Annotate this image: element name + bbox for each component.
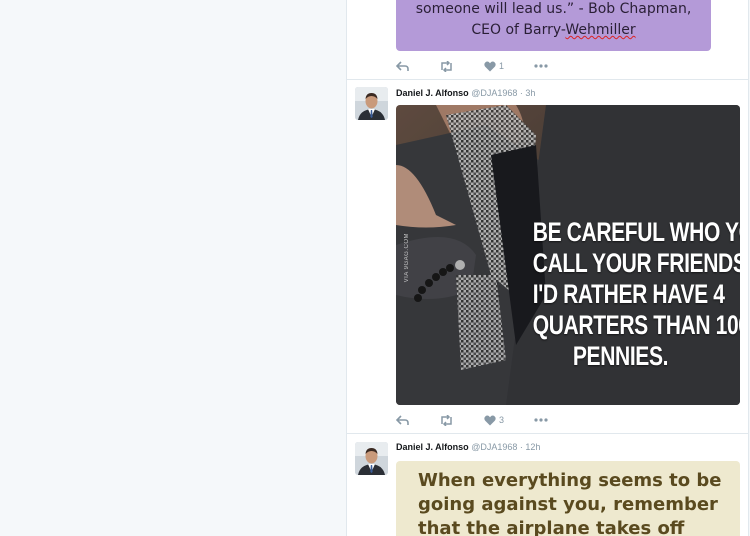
separator: · <box>519 88 523 98</box>
tweet-header: Daniel J. Alfonso @DJA1968 · 12h <box>396 442 540 452</box>
reply-button[interactable] <box>396 60 409 72</box>
like-count: 3 <box>499 415 505 425</box>
tweet-actions: 1 <box>396 58 578 74</box>
tweet[interactable]: someone will lead us.” - Bob Chapman, CE… <box>347 0 748 80</box>
tweet[interactable]: Daniel J. Alfonso @DJA1968 · 12h When ev… <box>347 434 748 536</box>
more-button[interactable] <box>534 64 548 68</box>
quote-image[interactable]: someone will lead us.” - Bob Chapman, CE… <box>396 0 711 51</box>
tweet[interactable]: Daniel J. Alfonso @DJA1968 · 3h VIA 9GAG… <box>347 80 748 434</box>
reply-icon <box>396 60 409 71</box>
timeline: someone will lead us.” - Bob Chapman, CE… <box>346 0 749 536</box>
reply-icon <box>396 414 409 425</box>
tweet-image[interactable]: VIA 9GAG.COM BE CAREFUL WHO YOU CALL YOU… <box>396 105 740 405</box>
like-count: 1 <box>499 61 505 71</box>
timestamp[interactable]: 3h <box>525 88 535 98</box>
tweet-image[interactable]: When everything seems to be going agains… <box>396 461 740 536</box>
separator: · <box>519 442 523 452</box>
retweet-button[interactable] <box>439 60 454 72</box>
timestamp[interactable]: 12h <box>525 442 540 452</box>
like-button[interactable]: 3 <box>484 415 504 426</box>
tweet-actions: 3 <box>396 412 578 428</box>
retweet-icon <box>441 414 452 426</box>
like-icon <box>484 415 496 425</box>
author-handle[interactable]: @DJA1968 <box>471 442 517 452</box>
profile-photo <box>355 442 388 475</box>
quote-text: When everything seems to be going agains… <box>418 470 722 536</box>
tweet-header: Daniel J. Alfonso @DJA1968 · 3h <box>396 88 535 98</box>
profile-photo <box>355 87 388 120</box>
like-icon <box>484 61 496 71</box>
author-handle[interactable]: @DJA1968 <box>471 88 517 98</box>
reply-button[interactable] <box>396 414 409 426</box>
more-icon <box>534 64 548 68</box>
quote-line: CEO of Barry-Wehmiller <box>471 22 636 38</box>
retweet-icon <box>441 60 452 72</box>
author-name[interactable]: Daniel J. Alfonso <box>396 442 469 452</box>
quote-line: someone will lead us.” - Bob Chapman, <box>415 1 692 17</box>
like-button[interactable]: 1 <box>484 61 504 72</box>
more-button[interactable] <box>534 418 548 422</box>
left-sidebar-area <box>0 0 346 536</box>
avatar[interactable] <box>355 87 388 120</box>
author-name[interactable]: Daniel J. Alfonso <box>396 88 469 98</box>
more-icon <box>534 418 548 422</box>
meme-caption: BE CAREFUL WHO YOU CALL YOUR FRIENDS. I'… <box>532 217 740 371</box>
avatar[interactable] <box>355 442 388 475</box>
watermark: VIA 9GAG.COM <box>404 233 410 283</box>
retweet-button[interactable] <box>439 414 454 426</box>
